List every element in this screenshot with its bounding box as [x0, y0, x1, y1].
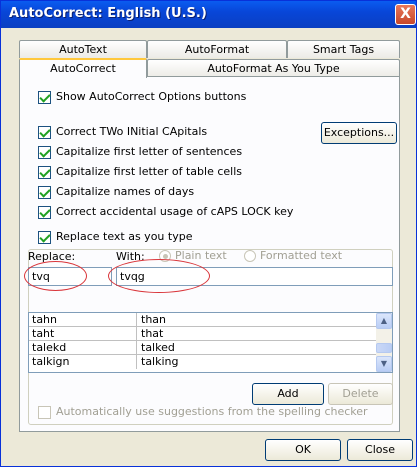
- caps-lock-label: Correct accidental usage of cAPS LOCK ke…: [56, 205, 294, 218]
- tab-autoformat-as-you-type[interactable]: AutoFormat As You Type: [147, 59, 400, 77]
- list-item[interactable]: tahn than: [29, 313, 376, 327]
- cap-table-checkbox[interactable]: [38, 165, 51, 179]
- list-item-to: talked: [141, 341, 175, 354]
- suggestions-label: Automatically use suggestions from the s…: [56, 405, 368, 418]
- correct-two-initials-row[interactable]: Correct TWo INitial CApitals: [38, 124, 207, 140]
- cap-days-checkbox[interactable]: [38, 185, 51, 199]
- suggestions-row[interactable]: Automatically use suggestions from the s…: [38, 404, 368, 420]
- column-divider: [136, 355, 137, 369]
- close-button[interactable]: Close: [347, 439, 413, 461]
- replace-text-checkbox[interactable]: [38, 230, 51, 244]
- formatted-text-radio[interactable]: [244, 250, 256, 262]
- list-item[interactable]: talekd talked: [29, 341, 376, 355]
- scroll-thumb[interactable]: [376, 343, 392, 353]
- caps-lock-checkbox[interactable]: [38, 205, 51, 219]
- cap-sentence-checkbox[interactable]: [38, 145, 51, 159]
- exceptions-button[interactable]: Exceptions...: [321, 122, 397, 144]
- close-window-button[interactable]: X: [395, 4, 416, 25]
- list-item-to: that: [141, 327, 164, 340]
- cap-table-row[interactable]: Capitalize first letter of table cells: [38, 164, 242, 180]
- add-button[interactable]: Add: [252, 383, 324, 405]
- suggestions-checkbox[interactable]: [38, 405, 51, 419]
- formatted-text-label: Formatted text: [260, 249, 343, 262]
- annotation-ellipse-with: [108, 259, 210, 293]
- tab-autotext[interactable]: AutoText: [19, 40, 147, 58]
- list-scrollbar[interactable]: ▲ ▼: [376, 313, 392, 372]
- title-bar[interactable]: AutoCorrect: English (U.S.) X: [1, 1, 416, 28]
- column-divider: [136, 327, 137, 341]
- list-item-from: talekd: [32, 341, 67, 354]
- annotation-ellipse-replace: [24, 261, 87, 291]
- correct-two-initials-label: Correct TWo INitial CApitals: [56, 125, 208, 138]
- autocorrect-panel: Show AutoCorrect Options buttons Correct…: [19, 76, 400, 432]
- cap-sentence-label: Capitalize first letter of sentences: [56, 145, 243, 158]
- show-options-label: Show AutoCorrect Options buttons: [56, 90, 247, 103]
- list-item-to: talking: [141, 355, 179, 368]
- tab-autoformat[interactable]: AutoFormat: [147, 40, 287, 58]
- caps-lock-row[interactable]: Correct accidental usage of cAPS LOCK ke…: [38, 204, 293, 220]
- formatted-text-option[interactable]: Formatted text: [244, 249, 342, 262]
- list-item-from: tahn: [32, 313, 57, 326]
- correct-two-initials-checkbox[interactable]: [38, 125, 51, 139]
- list-item[interactable]: talkign talking: [29, 355, 376, 369]
- list-item[interactable]: taht that: [29, 327, 376, 341]
- list-item-from: taht: [32, 327, 55, 340]
- cap-table-label: Capitalize first letter of table cells: [56, 165, 243, 178]
- column-divider: [136, 313, 137, 327]
- replacement-list[interactable]: tahn than taht that talekd talked talkign ta…: [28, 312, 393, 373]
- cap-days-row[interactable]: Capitalize names of days: [38, 184, 194, 200]
- window-title: AutoCorrect: English (U.S.): [9, 6, 207, 21]
- cap-sentence-row[interactable]: Capitalize first letter of sentences: [38, 144, 242, 160]
- list-item-from: talkign: [32, 355, 70, 368]
- ok-button[interactable]: OK: [265, 439, 341, 461]
- scroll-down-icon[interactable]: ▼: [376, 356, 392, 372]
- show-options-checkbox[interactable]: [38, 90, 51, 104]
- cap-days-label: Capitalize names of days: [56, 185, 195, 198]
- tab-autocorrect[interactable]: AutoCorrect: [19, 58, 147, 78]
- autocorrect-dialog: AutoCorrect: English (U.S.) X AutoText A…: [0, 0, 417, 467]
- column-divider: [136, 341, 137, 355]
- scroll-up-icon[interactable]: ▲: [376, 313, 392, 329]
- tab-smart-tags[interactable]: Smart Tags: [287, 40, 400, 58]
- delete-button[interactable]: Delete: [328, 383, 393, 405]
- replace-text-label: Replace text as you type: [56, 230, 193, 243]
- list-item-to: than: [141, 313, 166, 326]
- replace-text-row[interactable]: Replace text as you type: [38, 229, 196, 245]
- show-options-row[interactable]: Show AutoCorrect Options buttons: [38, 89, 246, 105]
